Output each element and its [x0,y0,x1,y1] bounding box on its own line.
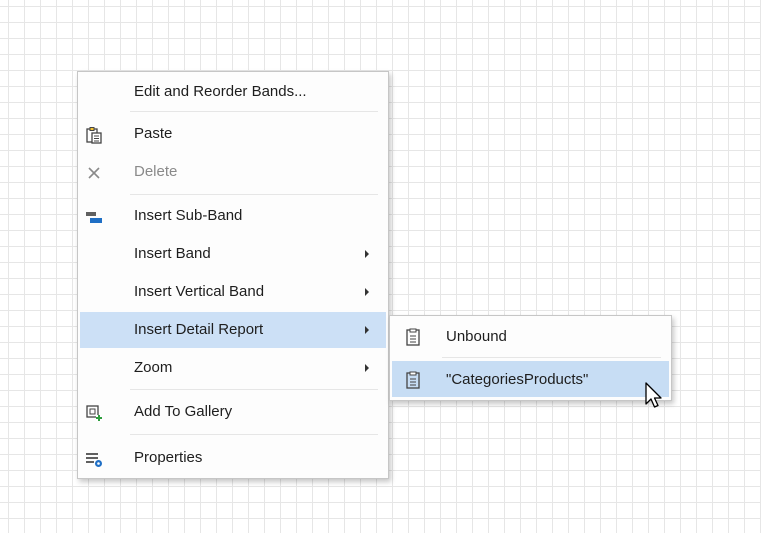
menu-separator [130,194,378,195]
menu-item-label: Paste [134,125,173,142]
menu-item-edit-reorder-bands[interactable]: Edit and Reorder Bands... [80,74,386,110]
menu-separator [442,357,661,358]
menu-item-label: Properties [134,449,203,466]
menu-item-properties[interactable]: Properties [80,440,386,476]
submenu-item-label: Unbound [446,328,507,345]
menu-item-insert-detail-report[interactable]: Insert Detail Report [80,312,386,348]
menu-item-label: Insert Sub-Band [134,207,243,224]
menu-item-label: Zoom [134,359,173,376]
submenu-item-unbound[interactable]: Unbound [392,318,669,354]
submenu-arrow-icon [365,288,369,296]
menu-item-zoom[interactable]: Zoom [80,350,386,386]
menu-separator [130,111,378,112]
submenu-item-categories-products[interactable]: "CategoriesProducts" [392,361,669,397]
submenu-arrow-icon [365,326,369,334]
menu-item-add-to-gallery[interactable]: Add To Gallery [80,394,386,430]
submenu-arrow-icon [365,364,369,372]
menu-item-label: Insert Detail Report [134,321,264,338]
menu-item-label: Insert Vertical Band [134,283,265,300]
detail-report-submenu: Unbound "CategoriesProducts" [389,315,672,401]
submenu-item-label: "CategoriesProducts" [446,371,589,388]
properties-icon [86,453,102,467]
menu-item-insert-vertical-band[interactable]: Insert Vertical Band [80,274,386,310]
menu-separator [130,389,378,390]
add-to-gallery-icon [86,405,102,421]
context-menu: Edit and Reorder Bands... Paste Delete I… [77,71,389,479]
submenu-arrow-icon [365,250,369,258]
detail-report-icon [406,328,420,346]
menu-item-insert-band[interactable]: Insert Band [80,236,386,272]
menu-item-label: Add To Gallery [134,403,233,420]
delete-icon [88,167,100,179]
mouse-cursor-icon [645,382,662,408]
detail-report-icon [406,371,420,389]
menu-item-label: Insert Band [134,245,211,262]
paste-icon [86,127,102,144]
menu-separator [130,434,378,435]
menu-item-paste[interactable]: Paste [80,116,386,152]
insert-sub-band-icon [86,212,102,223]
menu-item-insert-sub-band[interactable]: Insert Sub-Band [80,198,386,234]
menu-item-delete: Delete [80,154,386,190]
menu-item-label: Delete [134,163,178,180]
menu-item-label: Edit and Reorder Bands... [134,83,307,100]
